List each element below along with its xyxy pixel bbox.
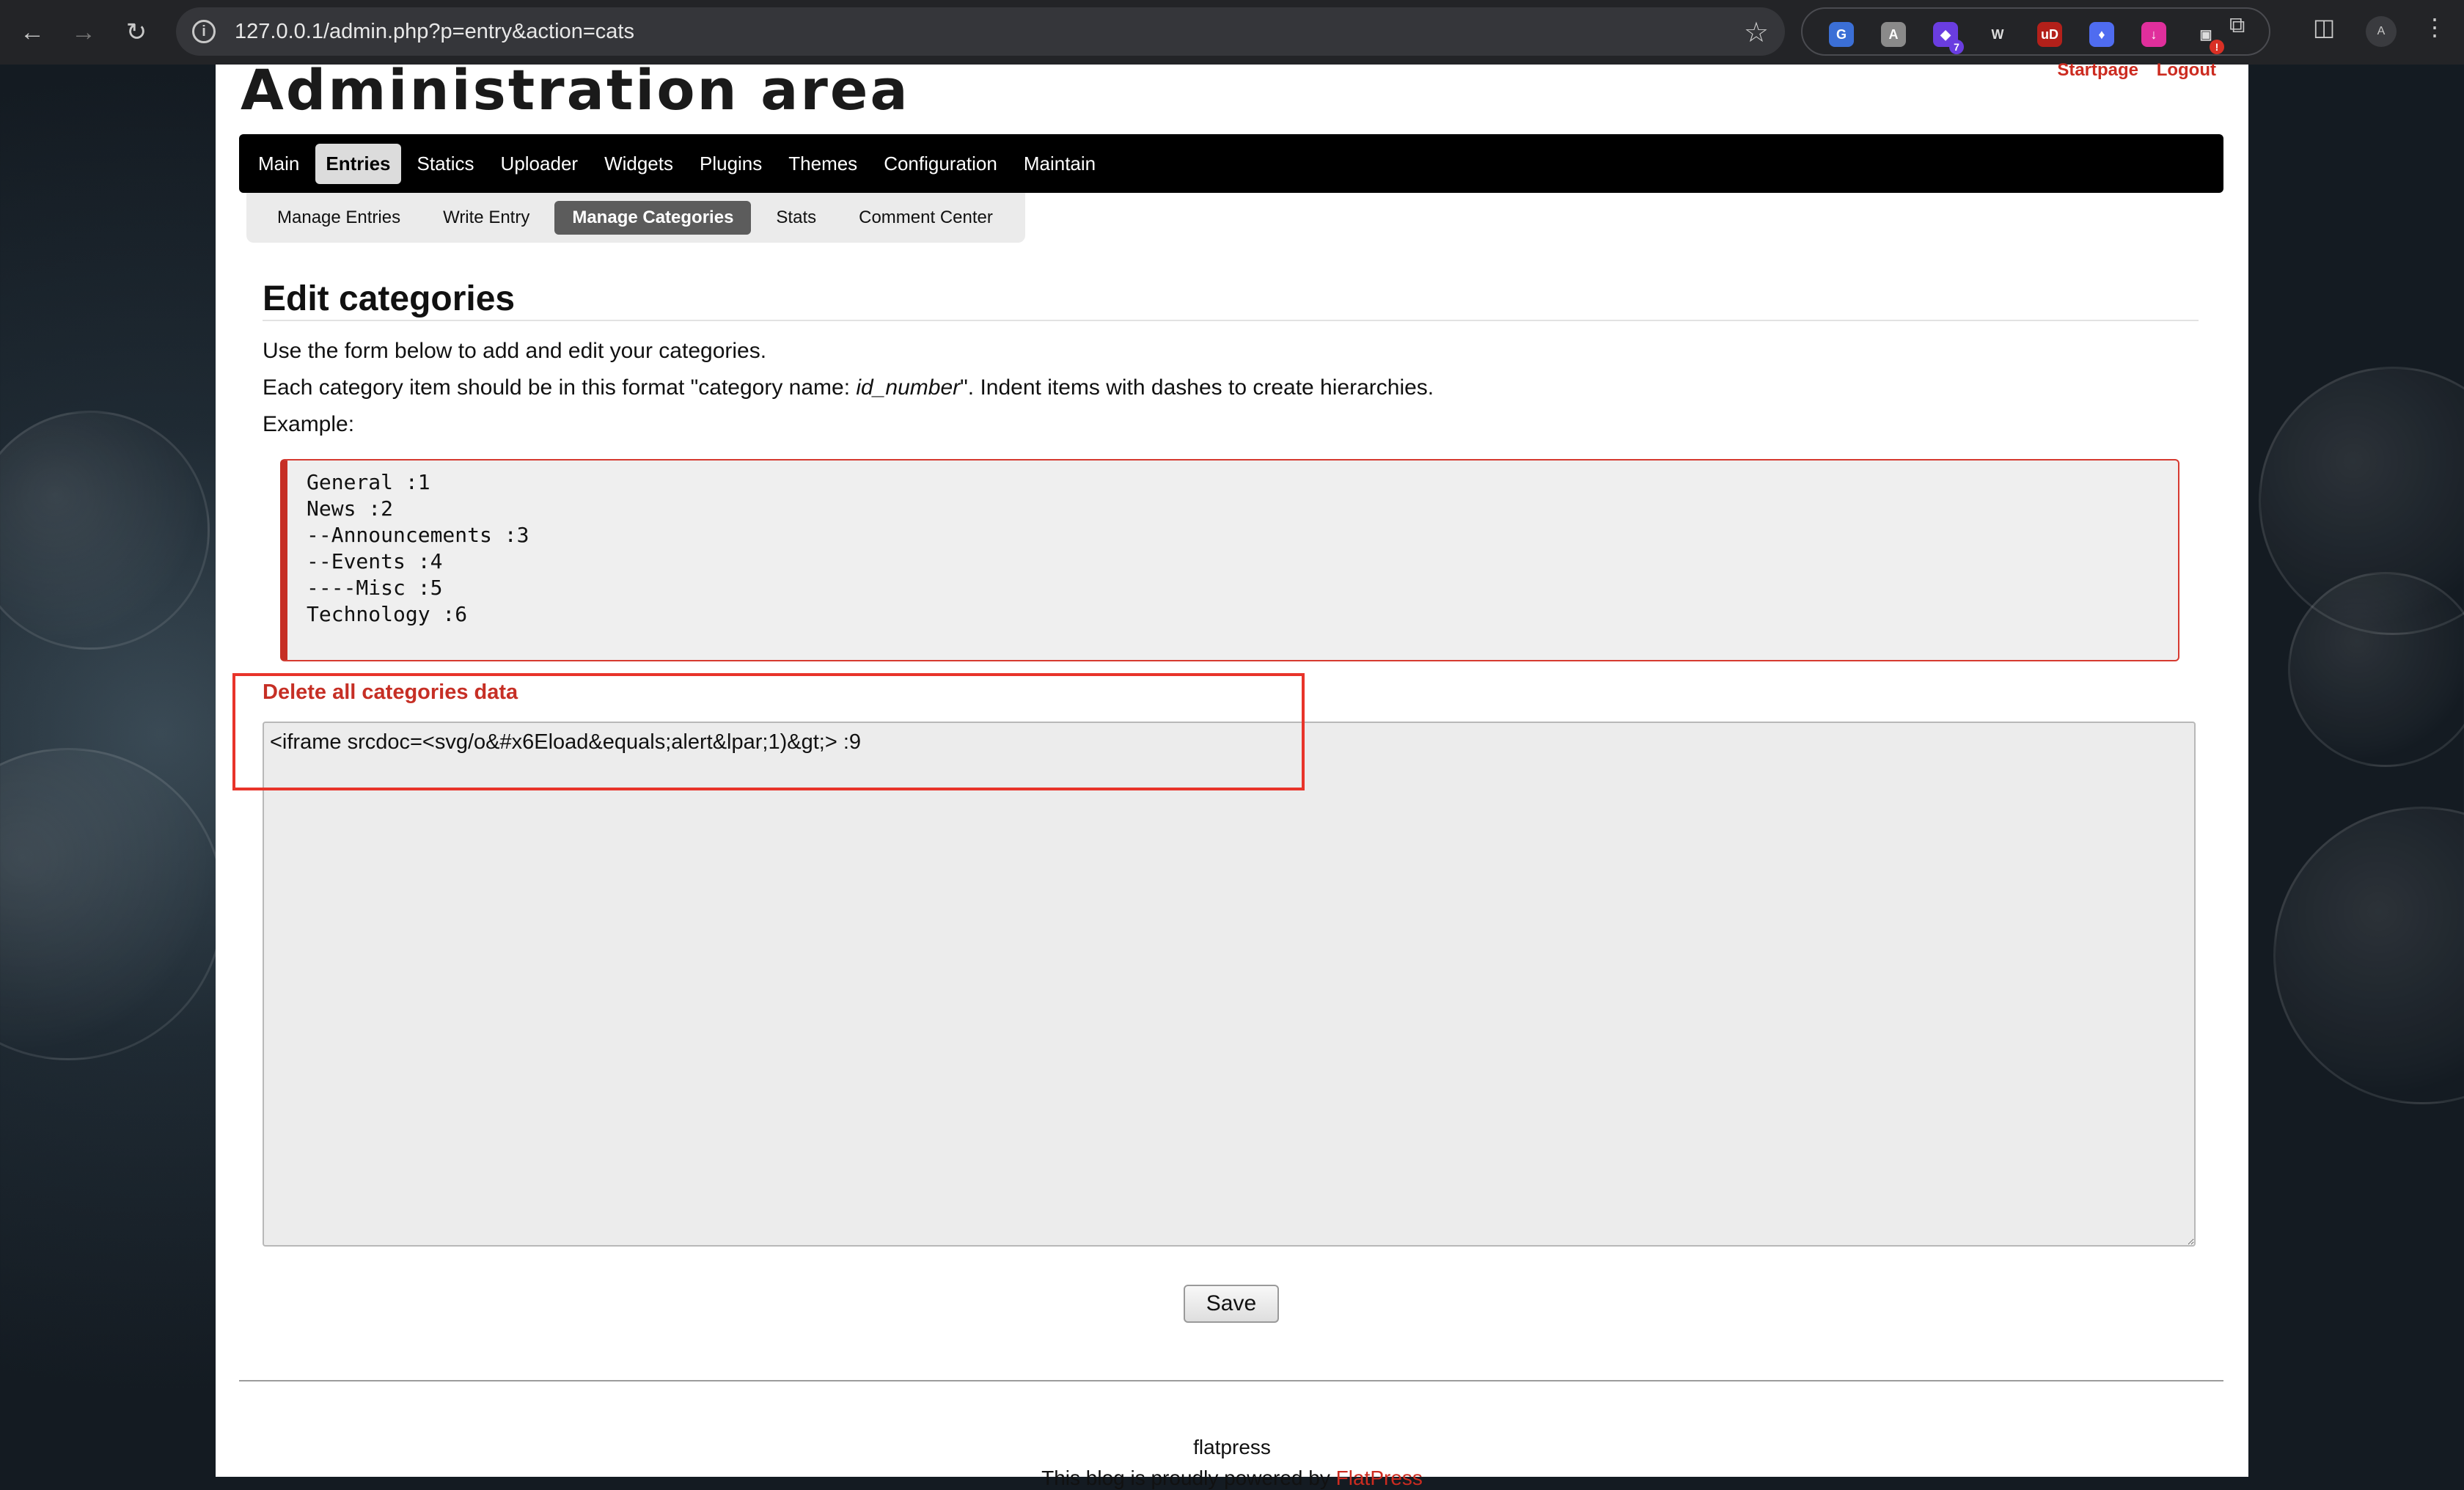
background-bubble <box>0 748 224 1060</box>
main-tab-configuration[interactable]: Configuration <box>873 144 1008 184</box>
reader-ext-icon[interactable]: A <box>1881 22 1906 47</box>
example-line: --Events :4 <box>307 549 443 573</box>
flatpress-link[interactable]: FlatPress <box>1336 1467 1423 1489</box>
address-url[interactable]: 127.0.0.1/admin.php?p=entry&action=cats <box>235 20 634 44</box>
bookmark-star-icon[interactable]: ☆ <box>1744 16 1769 49</box>
extensions-area: G A ◆ 7 WuD ♦ ↓ ▣! <box>1801 7 2270 56</box>
example-line: News :2 <box>307 496 394 521</box>
main-tab-themes[interactable]: Themes <box>778 144 868 184</box>
sub-tab-stats[interactable]: Stats <box>758 201 834 235</box>
main-tab-plugins[interactable]: Plugins <box>689 144 772 184</box>
ublock-ext-icon[interactable]: uD <box>2037 22 2062 47</box>
main-nav: Main Entries Statics Uploader Widgets Plugins… <box>239 134 2223 193</box>
format-text: Each category item should be in this for… <box>263 375 1434 400</box>
format-code: id_number <box>856 375 961 400</box>
download-ext-icon[interactable]: ↓ <box>2141 22 2166 47</box>
startpage-link[interactable]: Startpage <box>2057 60 2138 80</box>
alert-ext-icon[interactable]: ▣! <box>2193 22 2224 54</box>
browser-toolbar: ← → ↻ i 127.0.0.1/admin.php?p=entry&acti… <box>0 0 2464 65</box>
puzzle-extensions-icon[interactable]: ⧉ <box>2229 13 2245 38</box>
main-tab-uploader[interactable]: Uploader <box>491 144 589 184</box>
page-title: Administration area <box>241 57 910 122</box>
footer-site-name: flatpress <box>1193 1436 1271 1458</box>
example-box: General :1 News :2 --Announcements :3 --Eve… <box>280 459 2179 661</box>
delete-categories-link[interactable]: Delete all categories data <box>263 680 518 705</box>
w-ext-icon[interactable]: W <box>1985 22 2010 47</box>
back-arrow-icon[interactable]: ← <box>13 13 51 51</box>
sub-nav: Manage Entries Write Entry Manage Categori… <box>246 193 1025 243</box>
page-container: Administration area Startpage Logout Mai… <box>216 57 2248 1489</box>
categories-textarea[interactable] <box>263 722 2196 1247</box>
main-tab-statics[interactable]: Statics <box>407 144 485 184</box>
browser-menu-icon[interactable]: ⋮ <box>2423 13 2446 41</box>
format-prefix: Each category item should be in this for… <box>263 375 857 400</box>
format-suffix: ". Indent items with dashes to create hi… <box>960 375 1434 400</box>
background-bubble <box>0 411 210 650</box>
side-panel-icon[interactable]: ◫ <box>2313 13 2335 41</box>
sub-tab-manage-categories[interactable]: Manage Categories <box>554 201 752 235</box>
sub-tab-manage-entries[interactable]: Manage Entries <box>260 201 418 235</box>
example-line: ----Misc :5 <box>307 576 443 600</box>
footer-powered-text: This blog is proudly powered by <box>1041 1467 1336 1489</box>
flame-ext-icon[interactable]: ♦ <box>2089 22 2114 47</box>
site-info-icon[interactable]: i <box>192 20 216 43</box>
save-button[interactable]: Save <box>1184 1285 1279 1323</box>
footer-divider <box>239 1380 2223 1381</box>
title-divider <box>263 320 2199 321</box>
google-translate-ext-icon[interactable]: G <box>1829 22 1854 47</box>
example-line: --Announcements :3 <box>307 523 529 547</box>
intro-text: Use the form below to add and edit your … <box>263 339 767 363</box>
extension-badge: 7 <box>1949 40 1964 54</box>
sub-tab-comment-center[interactable]: Comment Center <box>841 201 1011 235</box>
example-line: Technology :6 <box>307 602 468 626</box>
logout-link[interactable]: Logout <box>2157 60 2216 80</box>
profile-avatar[interactable]: A <box>2366 16 2397 47</box>
header-links: Startpage Logout <box>2044 60 2216 81</box>
address-bar[interactable]: i 127.0.0.1/admin.php?p=entry&action=cat… <box>176 7 1785 56</box>
footer-powered-by: This blog is proudly powered by FlatPres… <box>216 1467 2248 1490</box>
background-bubble <box>2273 807 2464 1104</box>
section-title: Edit categories <box>263 279 516 318</box>
forward-arrow-icon[interactable]: → <box>65 13 103 51</box>
example-line: General :1 <box>307 470 430 494</box>
main-tab-maintain[interactable]: Maintain <box>1013 144 1106 184</box>
main-tab-main[interactable]: Main <box>248 144 309 184</box>
example-label: Example: <box>263 412 355 436</box>
main-tab-widgets[interactable]: Widgets <box>594 144 683 184</box>
extension-badge: ! <box>2210 40 2224 54</box>
reload-icon[interactable]: ↻ <box>117 13 155 51</box>
sub-tab-write-entry[interactable]: Write Entry <box>425 201 547 235</box>
wappalyzer-ext-icon[interactable]: ◆ 7 <box>1933 22 1964 54</box>
main-tab-entries[interactable]: Entries <box>315 143 401 184</box>
